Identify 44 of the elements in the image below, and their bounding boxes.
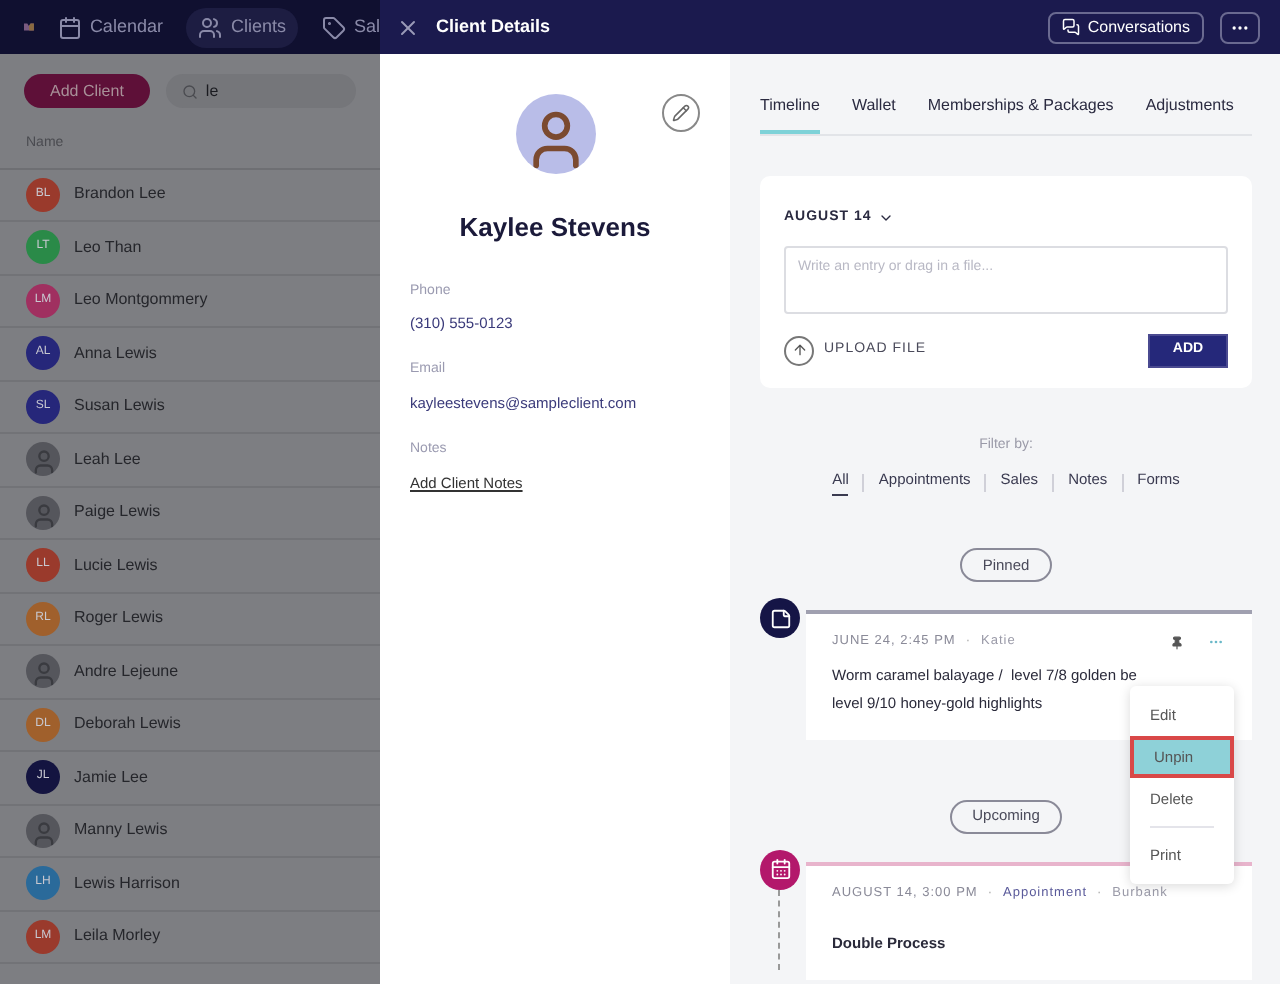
client-name[interactable]: Lucie Lewis [74, 553, 158, 578]
tab[interactable]: Memberships & Packages [927, 94, 1114, 134]
client-name[interactable]: Manny Lewis [74, 818, 168, 843]
client-name[interactable]: Anna Lewis [74, 341, 157, 366]
calendar-icon [57, 15, 82, 39]
search-field[interactable]: le [165, 74, 356, 108]
client-name[interactable]: Leo Than [74, 235, 142, 260]
client-name[interactable]: Paige Lewis [74, 500, 161, 525]
more-button[interactable] [1220, 11, 1260, 43]
add-client-button[interactable]: Add Client [24, 74, 150, 108]
client-name[interactable]: Lewis Harrison [74, 871, 180, 896]
avatar-silhouette [26, 442, 60, 477]
chat-icon [1061, 18, 1080, 36]
avatar-silhouette [26, 495, 60, 530]
note-icon [760, 598, 800, 639]
edit-button[interactable] [662, 94, 700, 132]
upload-icon[interactable] [784, 335, 814, 365]
panel-title: Client Details [436, 13, 551, 40]
client-name[interactable]: Leah Lee [74, 447, 141, 472]
tab[interactable]: Timeline [760, 94, 820, 134]
client-name[interactable]: Leila Morley [74, 924, 161, 949]
client-name[interactable]: Leo Montgommery [74, 288, 208, 313]
tab[interactable]: Wallet [851, 94, 896, 134]
close-icon[interactable] [396, 15, 420, 39]
client-name[interactable]: Deborah Lewis [74, 712, 181, 737]
appointment-icon [760, 849, 800, 889]
nav-tab[interactable]: Calendar [57, 7, 163, 47]
client-name[interactable]: Brandon Lee [74, 182, 166, 207]
tag-icon [321, 15, 346, 39]
tab[interactable]: Adjustments [1145, 94, 1234, 134]
pencil-icon [672, 104, 690, 122]
conversations-button[interactable]: Conversations [1047, 11, 1204, 43]
avatar-silhouette [515, 94, 595, 174]
client-name[interactable]: Roger Lewis [74, 606, 163, 631]
avatar-silhouette [26, 813, 60, 848]
nav-tab[interactable]: Clients [186, 7, 298, 47]
search-icon [181, 83, 198, 99]
nav-tab[interactable]: Sal [321, 7, 380, 47]
client-name: Kaylee Stevens [459, 210, 651, 246]
client-name[interactable]: Susan Lewis [74, 394, 165, 419]
client-name[interactable]: Andre Lejeune [74, 659, 179, 684]
client-name[interactable]: Jamie Lee [74, 765, 148, 790]
avatar-silhouette [26, 654, 60, 689]
people-icon [198, 15, 223, 39]
